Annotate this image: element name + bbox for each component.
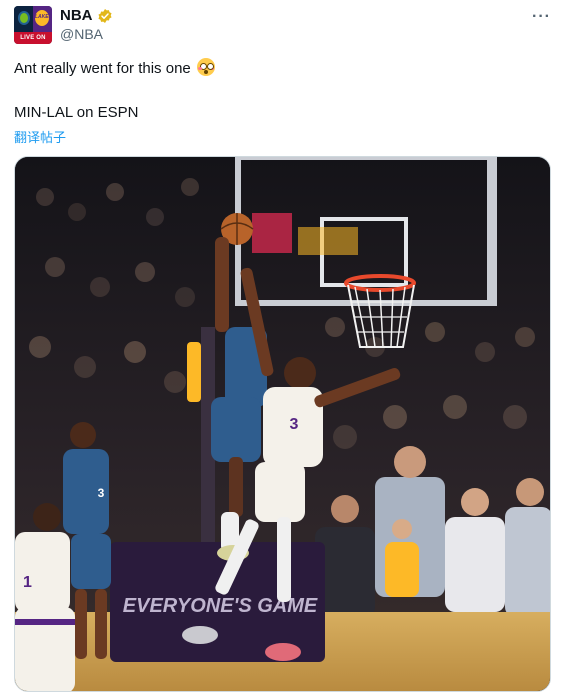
svg-text:3: 3 [290,416,299,433]
svg-text:1: 1 [23,574,32,591]
tweet-text-line2: MIN-LAL on ESPN [14,104,139,121]
avatar-live-label: LIVE ON ESPN [14,32,52,44]
verified-badge-icon [97,8,112,23]
translate-post-link[interactable]: 翻译帖子 [14,127,66,146]
author-handle[interactable]: @NBA [60,26,103,42]
tweet-text-content: Ant really went for this one [14,60,191,77]
author-name-row: NBA [60,7,113,24]
tweet-media-video[interactable]: EVERYONE'S GAME 3 3 1 [14,156,551,692]
svg-text:3: 3 [98,486,105,500]
more-options-icon[interactable]: ··· [532,8,551,26]
lakers-logo-text: LAKERS [35,14,52,20]
author-display-name[interactable]: NBA [60,7,93,24]
avatar[interactable]: LAKERS LIVE ON ESPN [14,6,52,44]
flushed-face-emoji-icon [196,58,215,76]
tweet-text: Ant really went for this one [14,58,544,79]
lakers-logo-icon: LAKERS [35,10,52,26]
basketball-dunk-image: EVERYONE'S GAME 3 3 1 [15,157,550,691]
wolves-emblem-icon [18,11,30,25]
